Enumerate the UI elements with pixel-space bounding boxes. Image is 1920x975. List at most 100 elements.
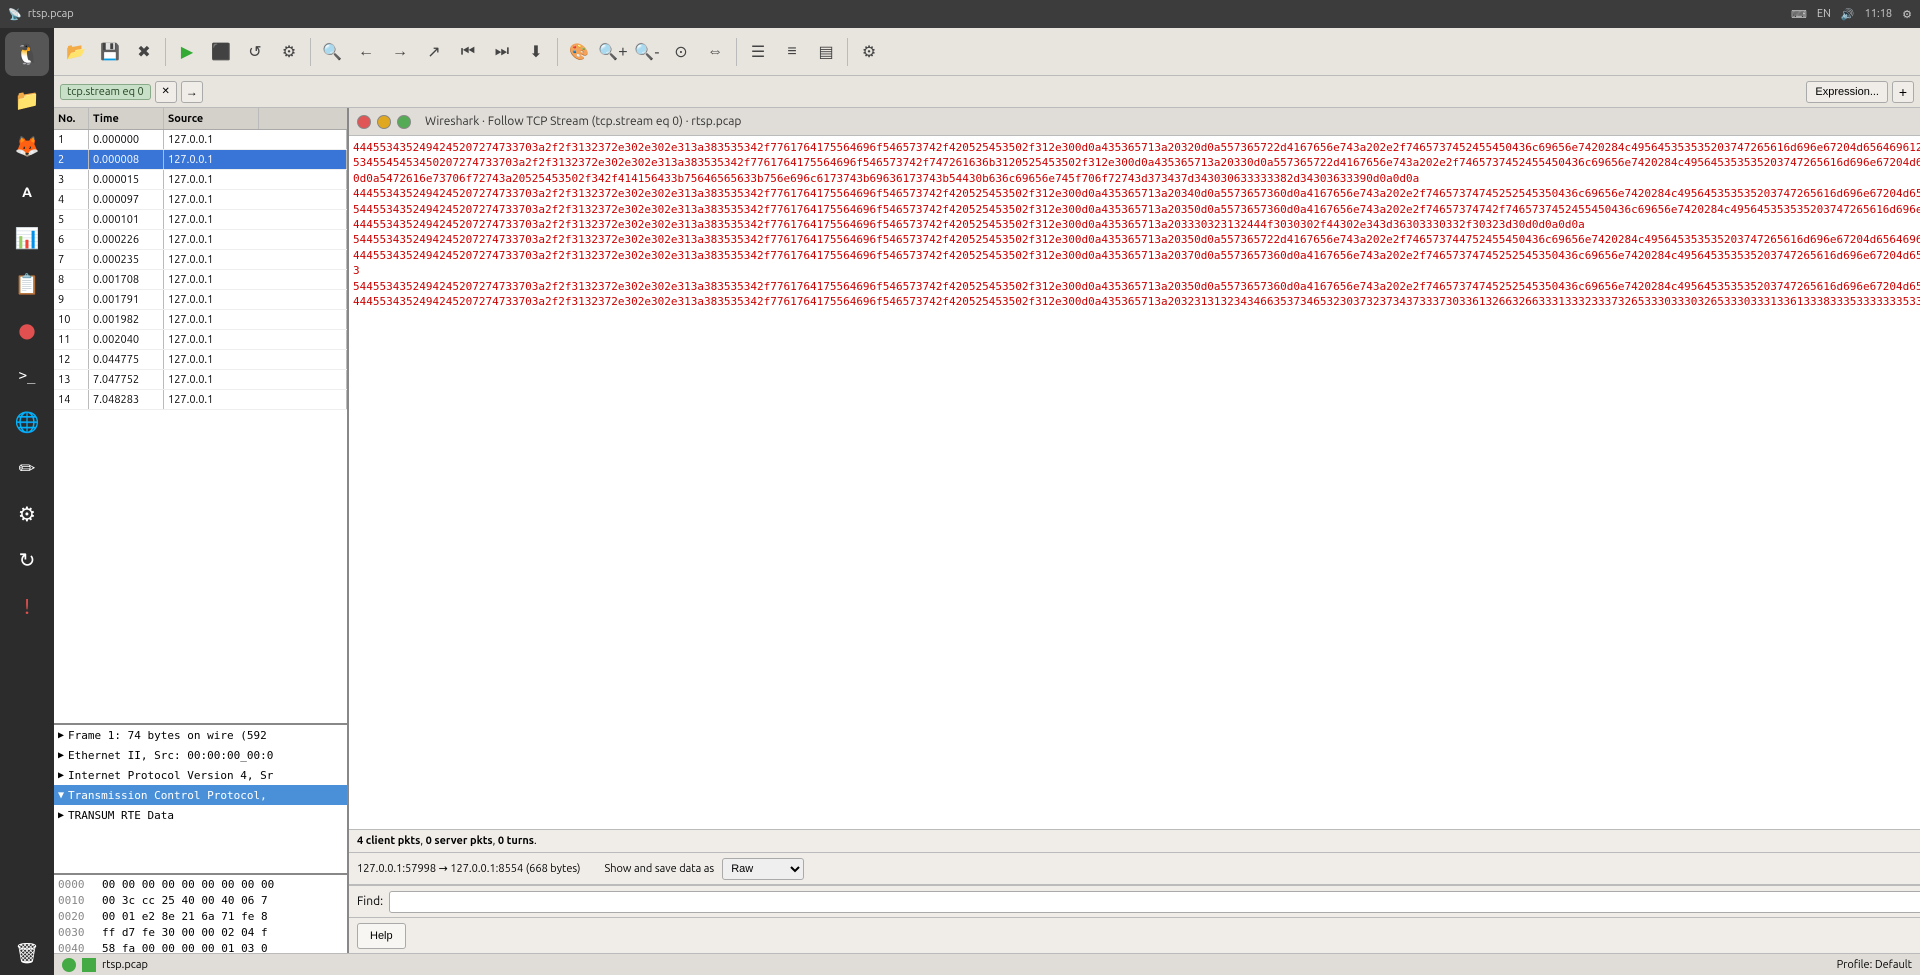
show-packet-bytes-btn[interactable]: ▤	[810, 36, 842, 68]
col-header-source: Source	[164, 108, 259, 129]
packet-row-8[interactable]: 8 0.001708 127.0.0.1	[54, 270, 347, 290]
detail-ip[interactable]: ▶ Internet Protocol Version 4, Sr	[54, 765, 347, 785]
sidebar-icon-network[interactable]: !	[5, 584, 49, 628]
start-capture-btn[interactable]: ▶	[171, 36, 203, 68]
detail-label-eth: Ethernet II, Src: 00:00:00_00:0	[68, 749, 273, 762]
title-icon: 📡	[8, 8, 22, 21]
sidebar-icon-spreadsheet[interactable]: 📊	[5, 216, 49, 260]
packet-row-13[interactable]: 13 7.047752 127.0.0.1	[54, 370, 347, 390]
dialog-titlebar: Wireshark · Follow TCP Stream (tcp.strea…	[349, 108, 1920, 136]
packet-row-12[interactable]: 12 0.044775 127.0.0.1	[54, 350, 347, 370]
last-packet-btn[interactable]: ⏭	[486, 36, 518, 68]
restart-capture-btn[interactable]: ↺	[239, 36, 271, 68]
go-forward-btn[interactable]: →	[384, 36, 416, 68]
detail-ethernet[interactable]: ▶ Ethernet II, Src: 00:00:00_00:0	[54, 745, 347, 765]
goto-packet-btn[interactable]: ↗	[418, 36, 450, 68]
statusbar: rtsp.pcap Profile: Default	[54, 953, 1920, 975]
sidebar-icon-presentation[interactable]: 📋	[5, 262, 49, 306]
sidebar-icon-app1[interactable]: ●	[5, 308, 49, 352]
find-bar: Find: Find Next	[349, 885, 1920, 917]
stop-capture-btn[interactable]: ⬛	[205, 36, 237, 68]
detail-transum[interactable]: ▶ TRANSUM RTE Data	[54, 805, 347, 825]
packet-row-9[interactable]: 9 0.001791 127.0.0.1	[54, 290, 347, 310]
sidebar-icon-update[interactable]: ↻	[5, 538, 49, 582]
detail-triangle-ip: ▶	[58, 770, 64, 781]
sidebar-icon-amazon[interactable]: A	[5, 170, 49, 214]
clear-filter-btn[interactable]: ✕	[155, 81, 177, 103]
titlebar: 📡 rtsp.pcap ⌨ EN 🔊 11:18 ⚙	[0, 0, 1920, 28]
first-packet-btn[interactable]: ⏮	[452, 36, 484, 68]
connection-info: 127.0.0.1:57998 → 127.0.0.1:8554 (668 by…	[357, 862, 580, 875]
packet-row-3[interactable]: 3 0.000015 127.0.0.1	[54, 170, 347, 190]
resize-columns-btn[interactable]: ⇔	[699, 36, 731, 68]
sidebar-icon-trash[interactable]: 🗑	[5, 931, 49, 975]
sep4	[736, 38, 737, 66]
stream-content[interactable]: 4445534352494245207274733703a2f2f3132372…	[349, 136, 1920, 829]
show-packet-list-btn[interactable]: ☰	[742, 36, 774, 68]
zoom-out-btn[interactable]: 🔍-	[631, 36, 663, 68]
packet-row-2[interactable]: 2 0.000008 127.0.0.1	[54, 150, 347, 170]
bytes-hex-1: 00 3c cc 25 40 00 40 06 7	[102, 893, 302, 909]
packet-row-11[interactable]: 11 0.002040 127.0.0.1	[54, 330, 347, 350]
detail-triangle-frame: ▶	[58, 730, 64, 741]
help-btn[interactable]: Help	[357, 923, 406, 949]
packet-row-6[interactable]: 6 0.000226 127.0.0.1	[54, 230, 347, 250]
sidebar: 🐧 📁 🦊 A 📊 📋 ● >_ 🌐 ✏ ⚙ ↻ ! 🗑	[0, 28, 54, 975]
dialog-minimize-btn[interactable]	[377, 115, 391, 129]
bytes-hex-2: 00 01 e2 8e 21 6a 71 fe 8	[102, 909, 302, 925]
dialog-maximize-btn[interactable]	[397, 115, 411, 129]
go-back-btn[interactable]: ←	[350, 36, 382, 68]
sep1	[165, 38, 166, 66]
filter-arrow-btn[interactable]: →	[181, 81, 203, 103]
bytes-row-0: 0000 00 00 00 00 00 00 00 00 00	[58, 877, 343, 893]
sidebar-icon-firefox[interactable]: 🦊	[5, 124, 49, 168]
packet-row-14[interactable]: 14 7.048283 127.0.0.1	[54, 390, 347, 410]
bytes-hex-3: ff d7 fe 30 00 00 02 04 f	[102, 925, 302, 941]
dialog-close-btn[interactable]	[357, 115, 371, 129]
filter-tag[interactable]: tcp.stream eq 0	[60, 84, 151, 100]
client-pkts-label: 4 client pkts, 0 server pkts, 0 turns.	[357, 835, 537, 847]
sidebar-icon-ubuntu[interactable]: 🐧	[5, 32, 49, 76]
packet-row-4[interactable]: 4 0.000097 127.0.0.1	[54, 190, 347, 210]
auto-scroll-btn[interactable]: ⬇	[520, 36, 552, 68]
status-indicator	[62, 958, 76, 972]
packet-row-10[interactable]: 10 0.001982 127.0.0.1	[54, 310, 347, 330]
window-title: rtsp.pcap	[28, 8, 74, 20]
detail-frame[interactable]: ▶ Frame 1: 74 bytes on wire (592	[54, 725, 347, 745]
statusbar-filename: rtsp.pcap	[102, 959, 148, 971]
prefs-btn[interactable]: ⚙	[853, 36, 885, 68]
sidebar-icon-terminal[interactable]: >_	[5, 354, 49, 398]
detail-tcp[interactable]: ▼ Transmission Control Protocol,	[54, 785, 347, 805]
lang-indicator: EN	[1817, 8, 1831, 20]
packet-row-5[interactable]: 5 0.000101 127.0.0.1	[54, 210, 347, 230]
sidebar-icon-editor[interactable]: ✏	[5, 446, 49, 490]
detail-label-tcp: Transmission Control Protocol,	[68, 789, 267, 802]
packet-row-1[interactable]: 1 0.000000 127.0.0.1	[54, 130, 347, 150]
save-capture-btn[interactable]: 💾	[94, 36, 126, 68]
packet-detail-area: ▶ Frame 1: 74 bytes on wire (592 ▶ Ether…	[54, 723, 347, 873]
sidebar-icon-chrome[interactable]: 🌐	[5, 400, 49, 444]
expression-btn[interactable]: Expression...	[1806, 81, 1888, 103]
colorize-btn[interactable]: 🎨	[563, 36, 595, 68]
bytes-offset-3: 0030	[58, 925, 94, 941]
detail-triangle-tcp: ▼	[58, 790, 64, 801]
zoom-in-btn[interactable]: 🔍+	[597, 36, 629, 68]
normal-size-btn[interactable]: ⊙	[665, 36, 697, 68]
bytes-offset-2: 0020	[58, 909, 94, 925]
detail-label-ip: Internet Protocol Version 4, Sr	[68, 769, 273, 782]
save-data-label: Show and save data as	[604, 863, 714, 875]
sidebar-icon-files[interactable]: 📁	[5, 78, 49, 122]
sidebar-icon-settings[interactable]: ⚙	[5, 492, 49, 536]
stream-controls: 127.0.0.1:57998 → 127.0.0.1:8554 (668 by…	[349, 853, 1920, 885]
detail-label-frame: Frame 1: 74 bytes on wire (592	[68, 729, 267, 742]
format-select[interactable]: Raw ASCII EBCDIC Hex Dump C Arrays YAML	[722, 858, 804, 880]
add-filter-btn[interactable]: +	[1892, 81, 1914, 103]
packet-row-7[interactable]: 7 0.000235 127.0.0.1	[54, 250, 347, 270]
show-packet-detail-btn[interactable]: ≡	[776, 36, 808, 68]
packet-list: No. Time Source 1 0.000000 127.0.0.1 2 0…	[54, 108, 347, 723]
find-packet-btn[interactable]: 🔍	[316, 36, 348, 68]
open-capture-btn[interactable]: 📂	[60, 36, 92, 68]
capture-options-btn[interactable]: ⚙	[273, 36, 305, 68]
close-capture-btn[interactable]: ✖	[128, 36, 160, 68]
find-input[interactable]	[389, 891, 1920, 913]
